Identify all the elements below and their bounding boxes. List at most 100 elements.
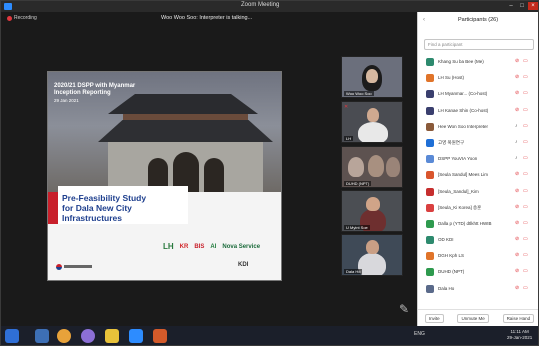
muted-mic-icon: ⊘ — [515, 90, 520, 97]
camera-off-icon: ▭ — [523, 236, 528, 243]
slide-title-line2: for Dala New City Infrastructures — [62, 203, 132, 223]
nova-service-logo: Nova Service — [222, 243, 261, 250]
shared-slide: 2020/21 DSPP with Myanmar Inception Repo… — [47, 71, 282, 281]
participant-face — [366, 69, 378, 83]
participant-search-input[interactable]: Find a participant — [424, 39, 534, 50]
camera-off-icon: ▭ — [523, 138, 528, 145]
camera-off-icon: ▭ — [523, 268, 528, 275]
participant-row[interactable]: [Seula Sandul] Mees Lim ⊘ ▭ — [418, 167, 538, 183]
participant-face — [366, 240, 379, 254]
close-icon[interactable]: × — [528, 2, 538, 10]
participant-row[interactable]: LH Kanae Shin (Co-host) ⊘ ▭ — [418, 103, 538, 119]
muted-mic-icon: ⊘ — [515, 236, 520, 243]
title-bar: Zoom Meeting – □ × — [1, 1, 538, 12]
recording-dot-icon — [7, 15, 12, 21]
participant-video-name: U Myint Soe — [344, 225, 370, 230]
palace-arch-right — [204, 158, 224, 192]
participant-row[interactable]: OD KDI ⊘ ▭ — [418, 232, 538, 248]
participant-row[interactable]: Dala Ho ⊘ ▭ — [418, 281, 538, 297]
recording-indicator[interactable]: Recording — [7, 15, 37, 21]
palace-roof-lower — [98, 120, 273, 142]
slide-date: 29 Jan 2021 — [54, 98, 79, 103]
participant-row[interactable]: Dalla p (YTD) dtlkhtt HWIB ⊘ ▭ — [418, 216, 538, 232]
slide-heading-line1: 2020/21 DSPP with Myanmar — [54, 83, 136, 89]
taskview-icon[interactable] — [35, 329, 49, 343]
taskbar-clock[interactable]: 11:11 AM 29-Jan-2021 — [507, 329, 532, 341]
collapse-chevron-icon[interactable]: ‹ — [423, 17, 425, 23]
slide-heading: 2020/21 DSPP with Myanmar Inception Repo… — [54, 83, 135, 104]
participant-video-2[interactable]: ✕ LH — [341, 101, 403, 143]
participant-video-name: LH — [344, 136, 354, 141]
participant-row[interactable]: DSPP YouVIA Yoon ♪ ▭ — [418, 151, 538, 167]
participant-name: Dala Ho — [438, 285, 455, 291]
participants-header: ‹ Participants (26) — [418, 12, 538, 30]
participant-row[interactable]: 고영 복원연구 ♪ ▭ — [418, 135, 538, 151]
participant-row[interactable]: LH Su (Host) ⊘ ▭ — [418, 70, 538, 86]
participant-face — [366, 197, 380, 211]
mouse-cursor-icon: ✎ — [399, 302, 410, 316]
muted-mic-icon: ✕ — [344, 104, 349, 110]
participant-video-3[interactable]: DUHD (NPT) — [341, 146, 403, 188]
slide-accent-bar — [48, 192, 58, 224]
chrome-icon[interactable] — [57, 329, 71, 343]
kdi-logo: KDI — [238, 262, 249, 268]
meeting-area: Recording Woo Woo Soo: Interpreter is ta… — [1, 12, 417, 326]
system-tray[interactable]: ENG — [414, 331, 425, 337]
participant-avatar-icon — [426, 171, 434, 180]
kr-logo: KR — [179, 243, 189, 250]
participant-avatar-icon — [426, 284, 434, 293]
participant-face — [367, 108, 379, 122]
participant-name: LH Su (Host) — [438, 75, 465, 81]
participant-avatar — [348, 157, 364, 177]
camera-off-icon: ▭ — [523, 90, 528, 97]
zoom-app-icon — [4, 3, 12, 10]
participants-footer: Invite Unmute Me Raise Hand — [418, 309, 538, 326]
participant-row[interactable]: Khang Su ba Bee (Me) ⊘ ▭ — [418, 54, 538, 70]
participant-name: DUHD (NPT) — [438, 269, 465, 275]
participant-row[interactable]: LH Myanmar... (Co-host) ⊘ ▭ — [418, 86, 538, 102]
viber-icon[interactable] — [81, 329, 95, 343]
camera-off-icon: ▭ — [523, 74, 528, 81]
powerpoint-icon[interactable] — [153, 329, 167, 343]
camera-off-icon: ▭ — [523, 122, 528, 129]
invite-button[interactable]: Invite — [424, 313, 444, 323]
maximize-icon[interactable]: □ — [517, 2, 527, 10]
start-icon[interactable] — [5, 329, 19, 343]
participant-row[interactable]: DGH Kph LS ⊘ ▭ — [418, 248, 538, 264]
participant-video-1[interactable]: Woo Woo Soo — [341, 56, 403, 98]
participant-video-4[interactable]: U Myint Soe — [341, 190, 403, 232]
participants-title: Participants (26) — [458, 17, 499, 23]
muted-mic-icon: ⊘ — [515, 284, 520, 291]
participant-name: LH Myanmar... (Co-host) — [438, 91, 488, 97]
zoom-taskbar-icon[interactable] — [129, 329, 143, 343]
slide-heading-line2: Inception Reporting — [54, 90, 111, 96]
raise-hand-button[interactable]: Raise Hand — [502, 313, 535, 323]
file-explorer-icon[interactable] — [105, 329, 119, 343]
camera-off-icon: ▭ — [523, 187, 528, 194]
participant-video-5[interactable]: Dala Ho — [341, 234, 403, 276]
participant-avatar-icon — [426, 236, 434, 245]
participant-row[interactable]: [Seula_Ki Korea] 송훈 ⊘ ▭ — [418, 200, 538, 216]
clock-date: 29-Jan-2021 — [507, 335, 533, 340]
participant-avatar-icon — [426, 203, 434, 212]
participant-row[interactable]: [Seula_Sandul]_Kim ⊘ ▭ — [418, 184, 538, 200]
muted-mic-icon: ⊘ — [515, 268, 520, 275]
participant-video-name: DUHD (NPT) — [344, 181, 372, 186]
minimize-icon[interactable]: – — [506, 2, 516, 10]
lh-logo: LH — [163, 242, 174, 251]
participant-name: LH Kanae Shin (Co-host) — [438, 107, 489, 113]
participant-avatar-icon — [426, 219, 434, 228]
unmute-me-button[interactable]: Unmute Me — [457, 313, 489, 323]
participant-row[interactable]: DUHD (NPT) ⊘ ▭ — [418, 264, 538, 280]
participant-row[interactable]: Hee Won Soo Interpreter ♪ ▭ — [418, 119, 538, 135]
muted-mic-icon: ⊘ — [515, 106, 520, 113]
participant-avatar — [386, 157, 400, 177]
participant-name: Khang Su ba Bee (Me) — [438, 59, 484, 64]
camera-off-icon: ▭ — [523, 155, 528, 162]
recording-label: Recording — [14, 15, 37, 21]
muted-mic-icon: ⊘ — [515, 203, 520, 210]
bis-logo: BIS — [194, 243, 205, 250]
participant-avatar-icon — [426, 106, 434, 115]
camera-off-icon: ▭ — [523, 219, 528, 226]
muted-mic-icon: ⊘ — [515, 219, 520, 226]
